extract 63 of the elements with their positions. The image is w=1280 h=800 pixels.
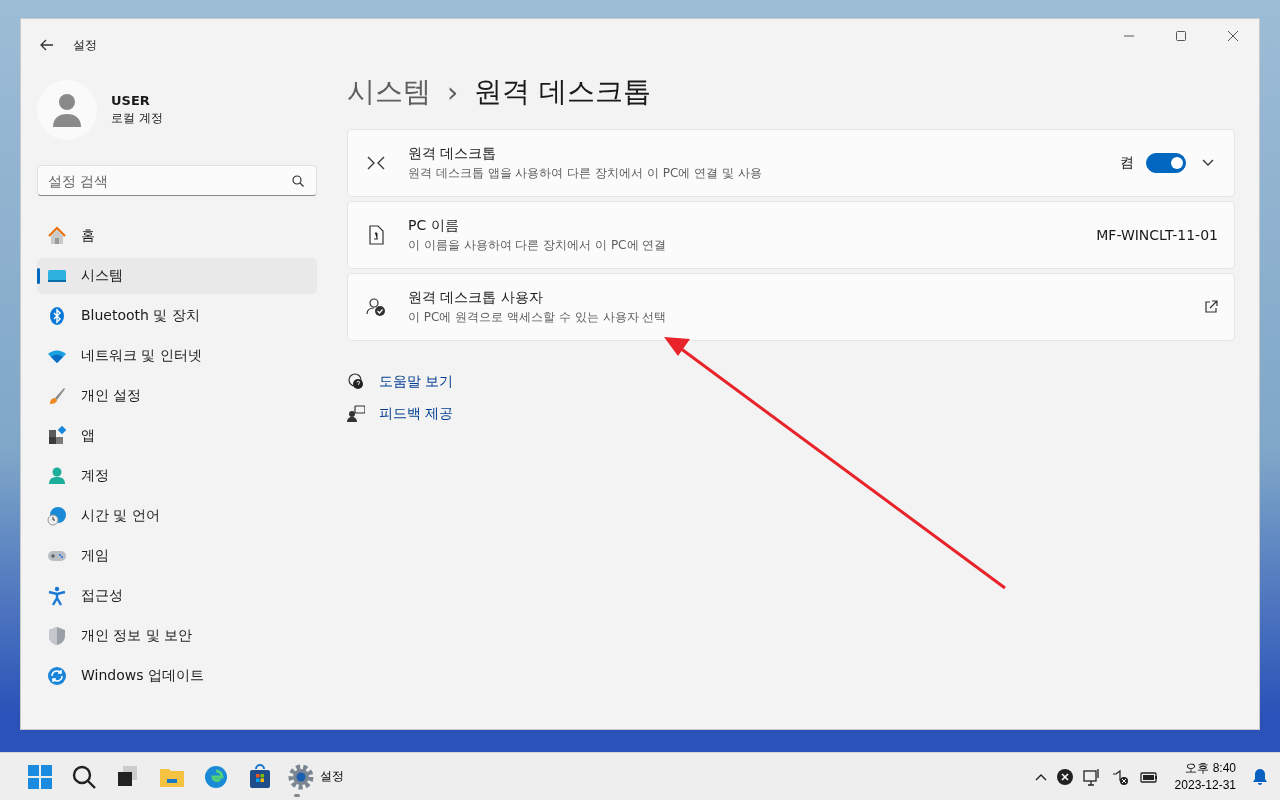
chevron-up-icon: [1034, 772, 1047, 781]
globe-clock-icon: [47, 506, 67, 526]
x-circle-icon: [1056, 768, 1073, 785]
setting-value: MF-WINCLT-11-01: [1096, 227, 1218, 243]
setting-title: PC 이름: [408, 216, 460, 235]
nav-item[interactable]: 게임: [37, 538, 317, 574]
nav-item[interactable]: 개인 정보 및 보안: [37, 618, 317, 654]
clock-button[interactable]: 오후 8:40 2023-12-31: [1174, 759, 1236, 794]
apps-icon: [47, 426, 67, 446]
chevron-up-tray-button[interactable]: [1034, 772, 1047, 781]
x-circle-tray-button[interactable]: [1056, 768, 1073, 785]
nav-item[interactable]: Bluetooth 및 장치: [37, 298, 317, 334]
network-monitor-tray-button[interactable]: [1082, 767, 1101, 786]
feedback-icon: [347, 405, 365, 423]
nav-item[interactable]: 개인 설정: [37, 378, 317, 414]
house-icon: [47, 226, 67, 246]
back-arrow-icon: [40, 39, 54, 51]
help-chat-icon: [347, 373, 365, 391]
nav-item[interactable]: Windows 업데이트: [37, 658, 317, 694]
account-type: 로컬 계정: [111, 110, 163, 127]
nav-item[interactable]: 계정: [37, 458, 317, 494]
nav-item[interactable]: 시간 및 언어: [37, 498, 317, 534]
bell-icon: [1252, 767, 1268, 786]
shield-icon: [47, 626, 67, 646]
setting-card[interactable]: 원격 데스크톱 사용자 이 PC에 원격으로 액세스할 수 있는 사용자 선택: [347, 273, 1235, 341]
nav-item[interactable]: 네트워크 및 인터넷: [37, 338, 317, 374]
page-title: 원격 데스크톱: [474, 74, 652, 110]
toggle-state-label: 켬: [1120, 154, 1134, 172]
external-link-icon: [1204, 300, 1218, 314]
gear-icon: [288, 763, 314, 790]
person-silhouette-icon: [52, 93, 82, 127]
person-check-icon: [366, 297, 386, 317]
bluetooth-icon: [47, 306, 67, 326]
search-icon: [292, 175, 304, 187]
window-title: 설정: [73, 36, 97, 54]
breadcrumb-separator: ›: [447, 75, 459, 109]
setting-title: 원격 데스크톱 사용자: [408, 288, 544, 307]
nav-item[interactable]: 앱: [37, 418, 317, 454]
person-icon: [47, 466, 67, 486]
chevron-down-icon: [1202, 159, 1214, 167]
account-name: USER: [111, 93, 151, 108]
brush-icon: [47, 386, 67, 406]
search-field[interactable]: 설정 검색: [37, 165, 317, 196]
setting-description: 원격 데스크톱 앱을 사용하여 다른 장치에서 이 PC에 연결 및 사용: [408, 164, 762, 182]
link[interactable]: 피드백 제공: [379, 405, 454, 423]
setting-title: 원격 데스크톱: [408, 144, 498, 163]
nav-item[interactable]: 접근성: [37, 578, 317, 614]
breadcrumb-parent[interactable]: 시스템: [347, 73, 431, 111]
setting-description: 이 이름을 사용하여 다른 장치에서 이 PC에 연결: [408, 236, 667, 254]
windows-logo-icon: [26, 762, 54, 791]
nav-item[interactable]: 시스템: [37, 258, 317, 294]
network-monitor-icon: [1082, 767, 1101, 786]
nav-item[interactable]: 홈: [37, 218, 317, 254]
document-icon: [366, 225, 386, 245]
close-icon: [1228, 31, 1238, 41]
refresh-icon: [47, 666, 67, 686]
link[interactable]: 도움말 보기: [379, 373, 454, 391]
taskbar-app-button[interactable]: 설정: [284, 756, 348, 797]
accessibility-icon: [47, 586, 67, 606]
setting-description: 이 PC에 원격으로 액세스할 수 있는 사용자 선택: [408, 308, 667, 326]
toggle-switch[interactable]: [1146, 153, 1186, 173]
maximize-icon: [1176, 31, 1186, 41]
notifications-button[interactable]: [1252, 767, 1268, 786]
